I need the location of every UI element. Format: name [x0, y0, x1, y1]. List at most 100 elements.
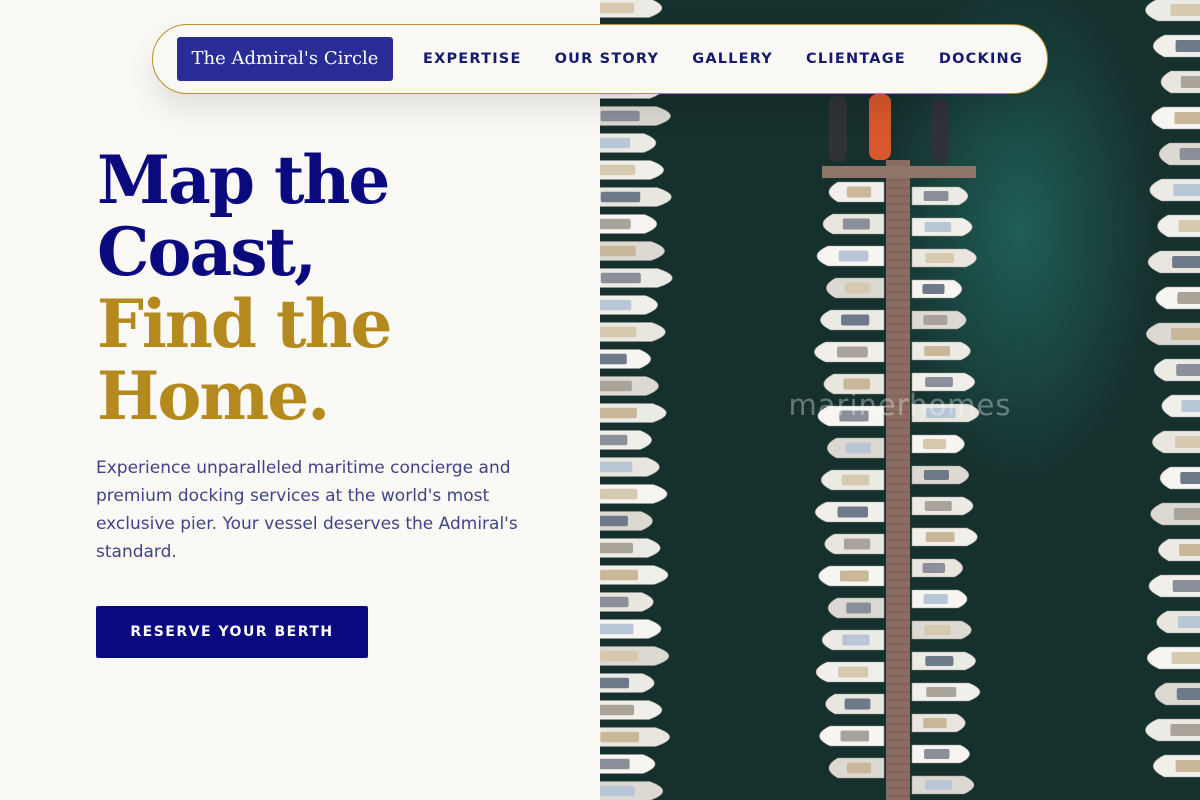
- nav-link-docking[interactable]: DOCKING: [939, 51, 1023, 67]
- moored-boat: [825, 693, 885, 715]
- moored-boat: [931, 98, 949, 164]
- pier-walkway: [886, 160, 910, 800]
- moored-boat: [1146, 322, 1200, 346]
- moored-boat: [824, 533, 885, 555]
- moored-boat: [600, 268, 673, 288]
- headline-line-4: Home.: [97, 357, 330, 435]
- nav-link-clientage[interactable]: CLIENTAGE: [806, 51, 906, 67]
- moored-boat: [600, 322, 666, 342]
- moored-boat: [911, 558, 964, 578]
- moored-boat: [828, 181, 885, 203]
- moored-boat: [600, 565, 669, 585]
- headline-line-3: Find the: [97, 285, 393, 363]
- moored-boat: [600, 187, 672, 207]
- moored-boat: [600, 727, 671, 747]
- moored-boat: [869, 94, 891, 160]
- moored-boat: [911, 713, 966, 733]
- moored-boat: [600, 241, 665, 261]
- moored-boat: [1155, 286, 1200, 310]
- moored-boat: [600, 457, 660, 477]
- moored-boat: [600, 106, 671, 126]
- moored-boat: [600, 754, 656, 774]
- moored-boat: [911, 341, 971, 361]
- moored-boat: [600, 592, 654, 612]
- moored-boat: [600, 511, 653, 531]
- moored-boat: [600, 538, 661, 558]
- moored-boat: [1157, 214, 1200, 238]
- moored-boat: [911, 217, 973, 237]
- hero-marina-photo: marinerhomes: [600, 0, 1200, 800]
- moored-boat: [1158, 538, 1200, 562]
- moored-boat: [600, 0, 663, 18]
- moored-boat: [911, 310, 967, 330]
- headline-line-2: Coast,: [97, 213, 317, 291]
- moored-boat: [1152, 34, 1200, 58]
- moored-boat: [821, 629, 885, 651]
- moored-boat: [600, 484, 668, 504]
- moored-boat: [827, 597, 885, 619]
- moored-boat: [1153, 358, 1200, 382]
- moored-boat: [911, 775, 975, 795]
- moored-boat: [600, 295, 658, 315]
- moored-boat: [600, 673, 655, 693]
- moored-boat: [826, 277, 885, 299]
- moored-boat: [1156, 610, 1200, 634]
- moored-boat: [826, 437, 885, 459]
- moored-boat: [600, 349, 652, 369]
- moored-boat: [822, 213, 885, 235]
- moored-boat: [819, 725, 885, 747]
- moored-boat: [911, 527, 978, 547]
- moored-boat: [818, 565, 885, 587]
- moored-boat: [1151, 106, 1200, 130]
- moored-boat: [1159, 466, 1200, 490]
- moored-boat: [1145, 0, 1200, 22]
- photo-watermark: marinerhomes: [788, 388, 1012, 422]
- nav-links: EXPERTISE OUR STORY GALLERY CLIENTAGE DO…: [423, 25, 1023, 93]
- moored-boat: [911, 620, 972, 640]
- moored-boat: [814, 501, 885, 523]
- headline-line-1: Map the: [97, 141, 390, 219]
- moored-boat: [1147, 250, 1200, 274]
- top-navigation: The Admiral's Circle EXPERTISE OUR STORY…: [152, 24, 1048, 94]
- moored-boat: [600, 214, 658, 234]
- moored-boat: [1148, 574, 1200, 598]
- moored-boat: [1146, 646, 1200, 670]
- moored-boat: [911, 496, 974, 516]
- moored-boat: [600, 646, 670, 666]
- moored-boat: [600, 781, 664, 800]
- brand-logo-button[interactable]: The Admiral's Circle: [177, 37, 393, 81]
- moored-boat: [600, 619, 662, 639]
- moored-boat: [829, 96, 847, 162]
- moored-boat: [1150, 502, 1200, 526]
- moored-boat: [1160, 70, 1200, 94]
- nav-link-gallery[interactable]: GALLERY: [692, 51, 773, 67]
- moored-boat: [828, 757, 885, 779]
- moored-boat: [1152, 430, 1200, 454]
- moored-boat: [1154, 682, 1200, 706]
- moored-boat: [911, 279, 963, 299]
- pier-head: [822, 166, 976, 178]
- reserve-berth-button[interactable]: RESERVE YOUR BERTH: [96, 606, 368, 658]
- moored-boat: [911, 186, 969, 206]
- moored-boat: [820, 309, 885, 331]
- moored-boat: [911, 744, 970, 764]
- moored-boat: [1149, 178, 1200, 202]
- nav-link-expertise[interactable]: EXPERTISE: [423, 51, 522, 67]
- moored-boat: [816, 245, 885, 267]
- moored-boat: [911, 682, 981, 702]
- moored-boat: [911, 465, 970, 485]
- moored-boat: [911, 651, 976, 671]
- moored-boat: [911, 589, 968, 609]
- moored-boat: [1152, 754, 1200, 778]
- moored-boat: [1145, 718, 1200, 742]
- moored-boat: [911, 434, 965, 454]
- moored-boat: [820, 469, 885, 491]
- moored-boat: [600, 160, 664, 180]
- moored-boat: [814, 341, 885, 363]
- moored-boat: [600, 430, 652, 450]
- hero-lead-text: Experience unparalleled maritime concier…: [96, 458, 518, 562]
- moored-boat: [911, 248, 977, 268]
- moored-boat: [1158, 142, 1200, 166]
- moored-boat: [815, 661, 885, 683]
- nav-link-our-story[interactable]: OUR STORY: [555, 51, 660, 67]
